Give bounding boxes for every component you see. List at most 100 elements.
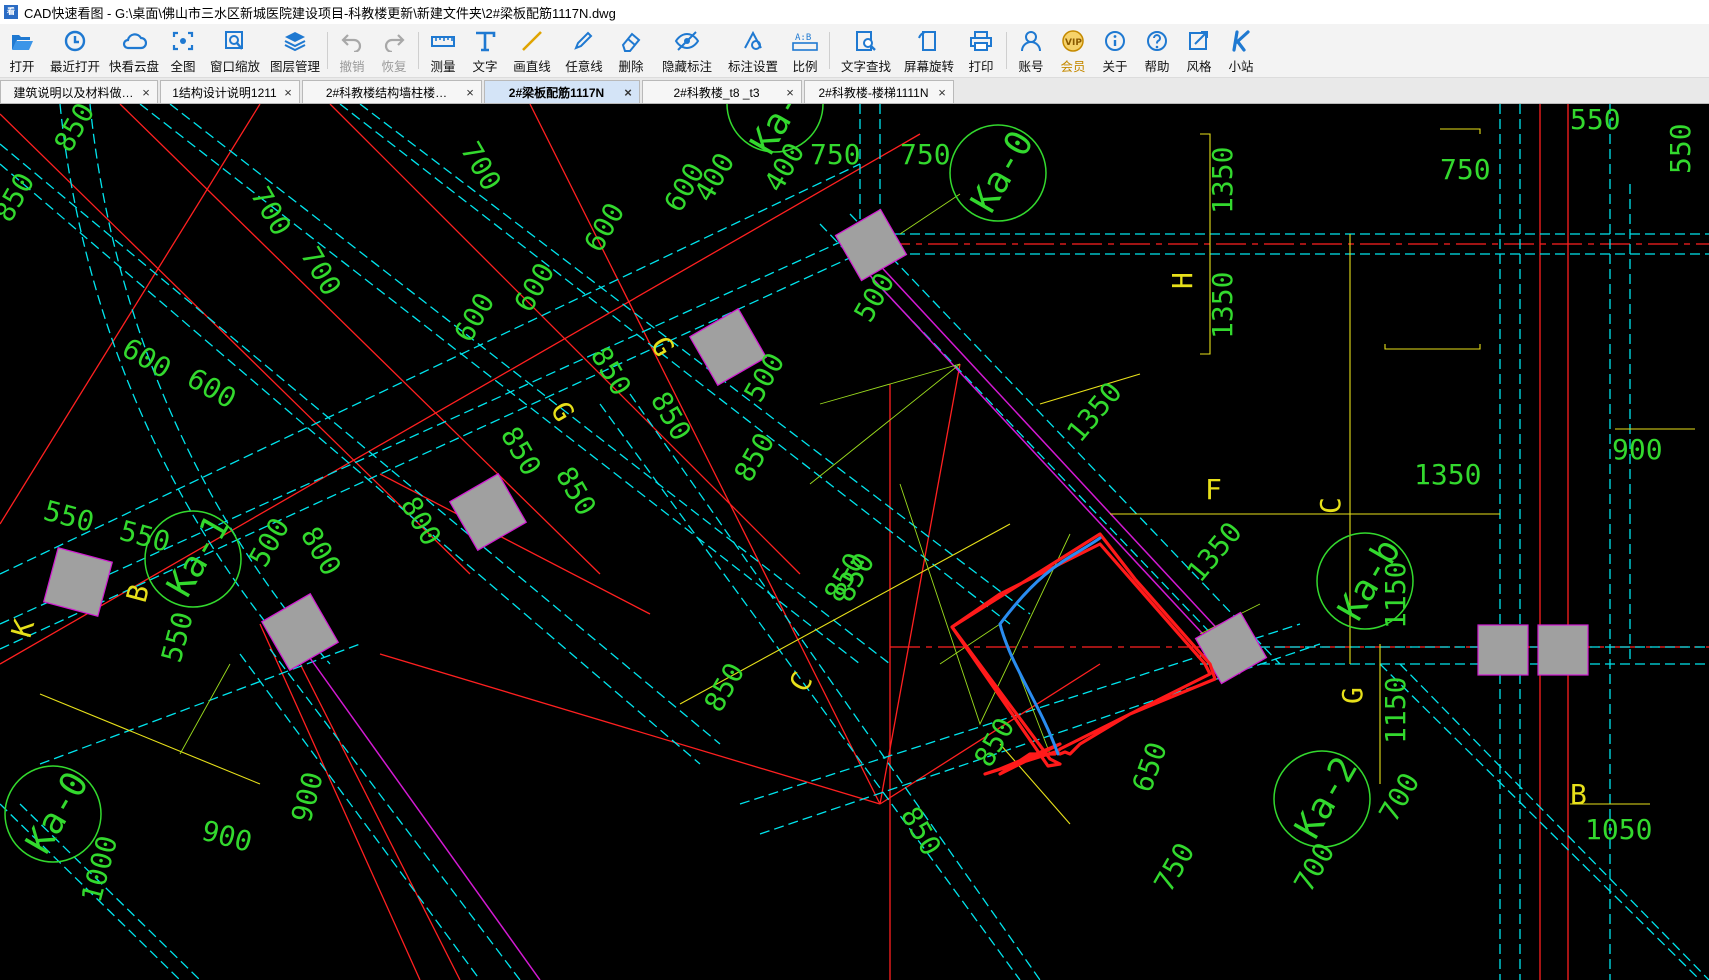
toolbar-button-label: 帮助 xyxy=(1144,60,1170,74)
dimension-label: 550 xyxy=(155,608,200,665)
dimension-label: 700 xyxy=(1372,767,1426,827)
toolbar-button-window-zoom[interactable]: 窗口缩放 xyxy=(204,24,266,77)
dimension-label: 600 xyxy=(182,361,242,415)
undo-icon xyxy=(340,28,364,54)
screen-rotate-icon xyxy=(917,28,941,54)
dimension-labels: 850 850 700 700 700 600 600 400 400 600 … xyxy=(0,104,1697,906)
tab-close-icon[interactable]: × xyxy=(462,85,478,100)
axis-label: B xyxy=(120,581,156,606)
axis-label: B xyxy=(1570,778,1587,811)
dimension-label: 700 xyxy=(454,136,508,196)
toolbar-button-text[interactable]: 文字 xyxy=(464,24,506,77)
toolbar-button-label: 账号 xyxy=(1018,60,1044,74)
eraser-icon xyxy=(619,28,643,54)
dimension-label: 1350 xyxy=(1180,516,1249,589)
dimension-label: 750 xyxy=(810,138,861,171)
bubble-label: Ka-0 xyxy=(18,765,97,861)
toolbar-button-k-station[interactable]: 小站 xyxy=(1220,24,1262,77)
text-search-icon xyxy=(854,28,878,54)
toolbar-button-help[interactable]: 帮助 xyxy=(1136,24,1178,77)
tab-close-icon[interactable]: × xyxy=(620,85,636,100)
toolbar-button-label: 窗口缩放 xyxy=(209,60,260,74)
toolbar-button-undo[interactable]: 撤销 xyxy=(331,24,373,77)
dimension-label: 700 xyxy=(244,181,298,241)
toolbar-button-label: 删除 xyxy=(618,60,644,74)
document-tab[interactable]: 2#科教楼结构墙柱楼… × xyxy=(302,80,482,103)
toolbar-button-recent-clock[interactable]: 最近打开 xyxy=(44,24,106,77)
toolbar-button-scale-ratio[interactable]: A:B 比例 xyxy=(784,24,826,77)
toolbar-button-eraser[interactable]: 删除 xyxy=(610,24,652,77)
toolbar-button-label: 关于 xyxy=(1102,60,1128,74)
toolbar-button-label: 恢复 xyxy=(381,60,407,74)
toolbar-button-label: 画直线 xyxy=(513,60,551,74)
tab-close-icon[interactable]: × xyxy=(138,85,154,100)
toolbar-button-vip-badge[interactable]: VIP 会员 xyxy=(1052,24,1094,77)
toolbar-button-screen-rotate[interactable]: 屏幕旋转 xyxy=(899,24,959,77)
tab-close-icon[interactable]: × xyxy=(782,85,798,100)
tab-close-icon[interactable]: × xyxy=(280,85,296,100)
column xyxy=(1194,611,1268,685)
tab-title: 2#梁板配筋1117N xyxy=(508,85,605,100)
app-logo-icon: 看 xyxy=(4,5,18,19)
dimension-label: 750 xyxy=(1147,837,1201,897)
dimension-label: 850 xyxy=(727,427,781,487)
toolbar-button-redo[interactable]: 恢复 xyxy=(373,24,415,77)
dimension-label: 900 xyxy=(1612,433,1663,466)
axis-label: G xyxy=(1336,687,1369,704)
tab-title: 2#科教楼_t8 _t3 xyxy=(673,85,760,100)
toolbar-button-annotation-settings[interactable]: 标注设置 xyxy=(722,24,784,77)
tab-title: 建筑说明以及材料做… xyxy=(13,85,134,100)
cad-drawing[interactable]: Ka-1 Ka-0 Ka-0 Ka-2 Ka-b Ka-2 850 850 70… xyxy=(0,104,1709,980)
document-tabs: 建筑说明以及材料做… × 1结构设计说明1211 × 2#科教楼结构墙柱楼… × 2#梁板配… xyxy=(0,78,1709,104)
axis-label: K xyxy=(5,616,41,641)
document-tab[interactable]: 2#科教楼_t8 _t3 × xyxy=(642,80,802,103)
dimension-label: 1350 xyxy=(1206,147,1239,214)
dimension-label: 800 xyxy=(394,491,448,551)
document-tab[interactable]: 2#科教楼-楼梯1111N × xyxy=(804,80,954,103)
dimension-label: 1050 xyxy=(1585,813,1652,846)
vip-badge-icon: VIP xyxy=(1060,28,1086,54)
full-view-icon xyxy=(171,28,195,54)
toolbar-button-full-view[interactable]: 全图 xyxy=(162,24,204,77)
text-icon xyxy=(473,28,497,54)
bubble-label: Ka-0 xyxy=(963,124,1042,220)
toolbar-button-label: 打开 xyxy=(9,60,35,74)
toolbar-button-layers[interactable]: 图层管理 xyxy=(266,24,324,77)
toolbar-button-printer[interactable]: 打印 xyxy=(959,24,1003,77)
hide-annotation-eye-icon xyxy=(674,28,700,54)
dimension-label: 850 xyxy=(697,657,751,717)
column xyxy=(1477,624,1529,676)
drawing-canvas[interactable]: Ka-1 Ka-0 Ka-0 Ka-2 Ka-b Ka-2 850 850 70… xyxy=(0,104,1709,980)
toolbar-button-hide-annotation-eye[interactable]: 隐藏标注 xyxy=(652,24,722,77)
toolbar-button-measure[interactable]: 测量 xyxy=(422,24,464,77)
toolbar-button-freehand-pen[interactable]: 任意线 xyxy=(558,24,610,77)
toolbar-separator xyxy=(1006,32,1007,69)
document-tab[interactable]: 2#梁板配筋1117N × xyxy=(484,80,640,103)
dimension-label: 1150 xyxy=(1379,677,1412,744)
toolbar-button-label: 测量 xyxy=(430,60,456,74)
redo-icon xyxy=(382,28,406,54)
main-toolbar: 打开 最近打开 快看云盘 全图 窗口缩放 图层管理 撤销 恢复 测量 文字 画直线 任意线 删除 隐藏标注… xyxy=(0,24,1709,78)
toolbar-button-folder-open[interactable]: 打开 xyxy=(0,24,44,77)
toolbar-button-info[interactable]: 关于 xyxy=(1094,24,1136,77)
tab-close-icon[interactable]: × xyxy=(934,85,950,100)
toolbar-button-label: 风格 xyxy=(1186,60,1212,74)
toolbar-button-account-user[interactable]: 账号 xyxy=(1010,24,1052,77)
toolbar-button-cloud[interactable]: 快看云盘 xyxy=(106,24,162,77)
dimension-label: 750 xyxy=(1440,153,1491,186)
dimension-label: 850 xyxy=(494,421,548,481)
annotation-settings-icon xyxy=(741,28,765,54)
document-tab[interactable]: 建筑说明以及材料做… × xyxy=(0,80,158,103)
toolbar-button-label: 屏幕旋转 xyxy=(903,60,954,74)
axis-label: H xyxy=(1166,272,1199,289)
dimension-label: 550 xyxy=(40,494,97,539)
document-tab[interactable]: 1结构设计说明1211 × xyxy=(160,80,300,103)
axis-label: F xyxy=(1205,473,1222,506)
toolbar-button-text-search[interactable]: 文字查找 xyxy=(833,24,899,77)
tab-title: 2#科教楼结构墙柱楼… xyxy=(325,85,448,100)
toolbar-button-draw-line[interactable]: 画直线 xyxy=(506,24,558,77)
dimension-label: 850 xyxy=(584,341,638,401)
dimension-label: 850 xyxy=(894,801,948,861)
toolbar-separator xyxy=(418,32,419,69)
toolbar-button-style[interactable]: 风格 xyxy=(1178,24,1220,77)
